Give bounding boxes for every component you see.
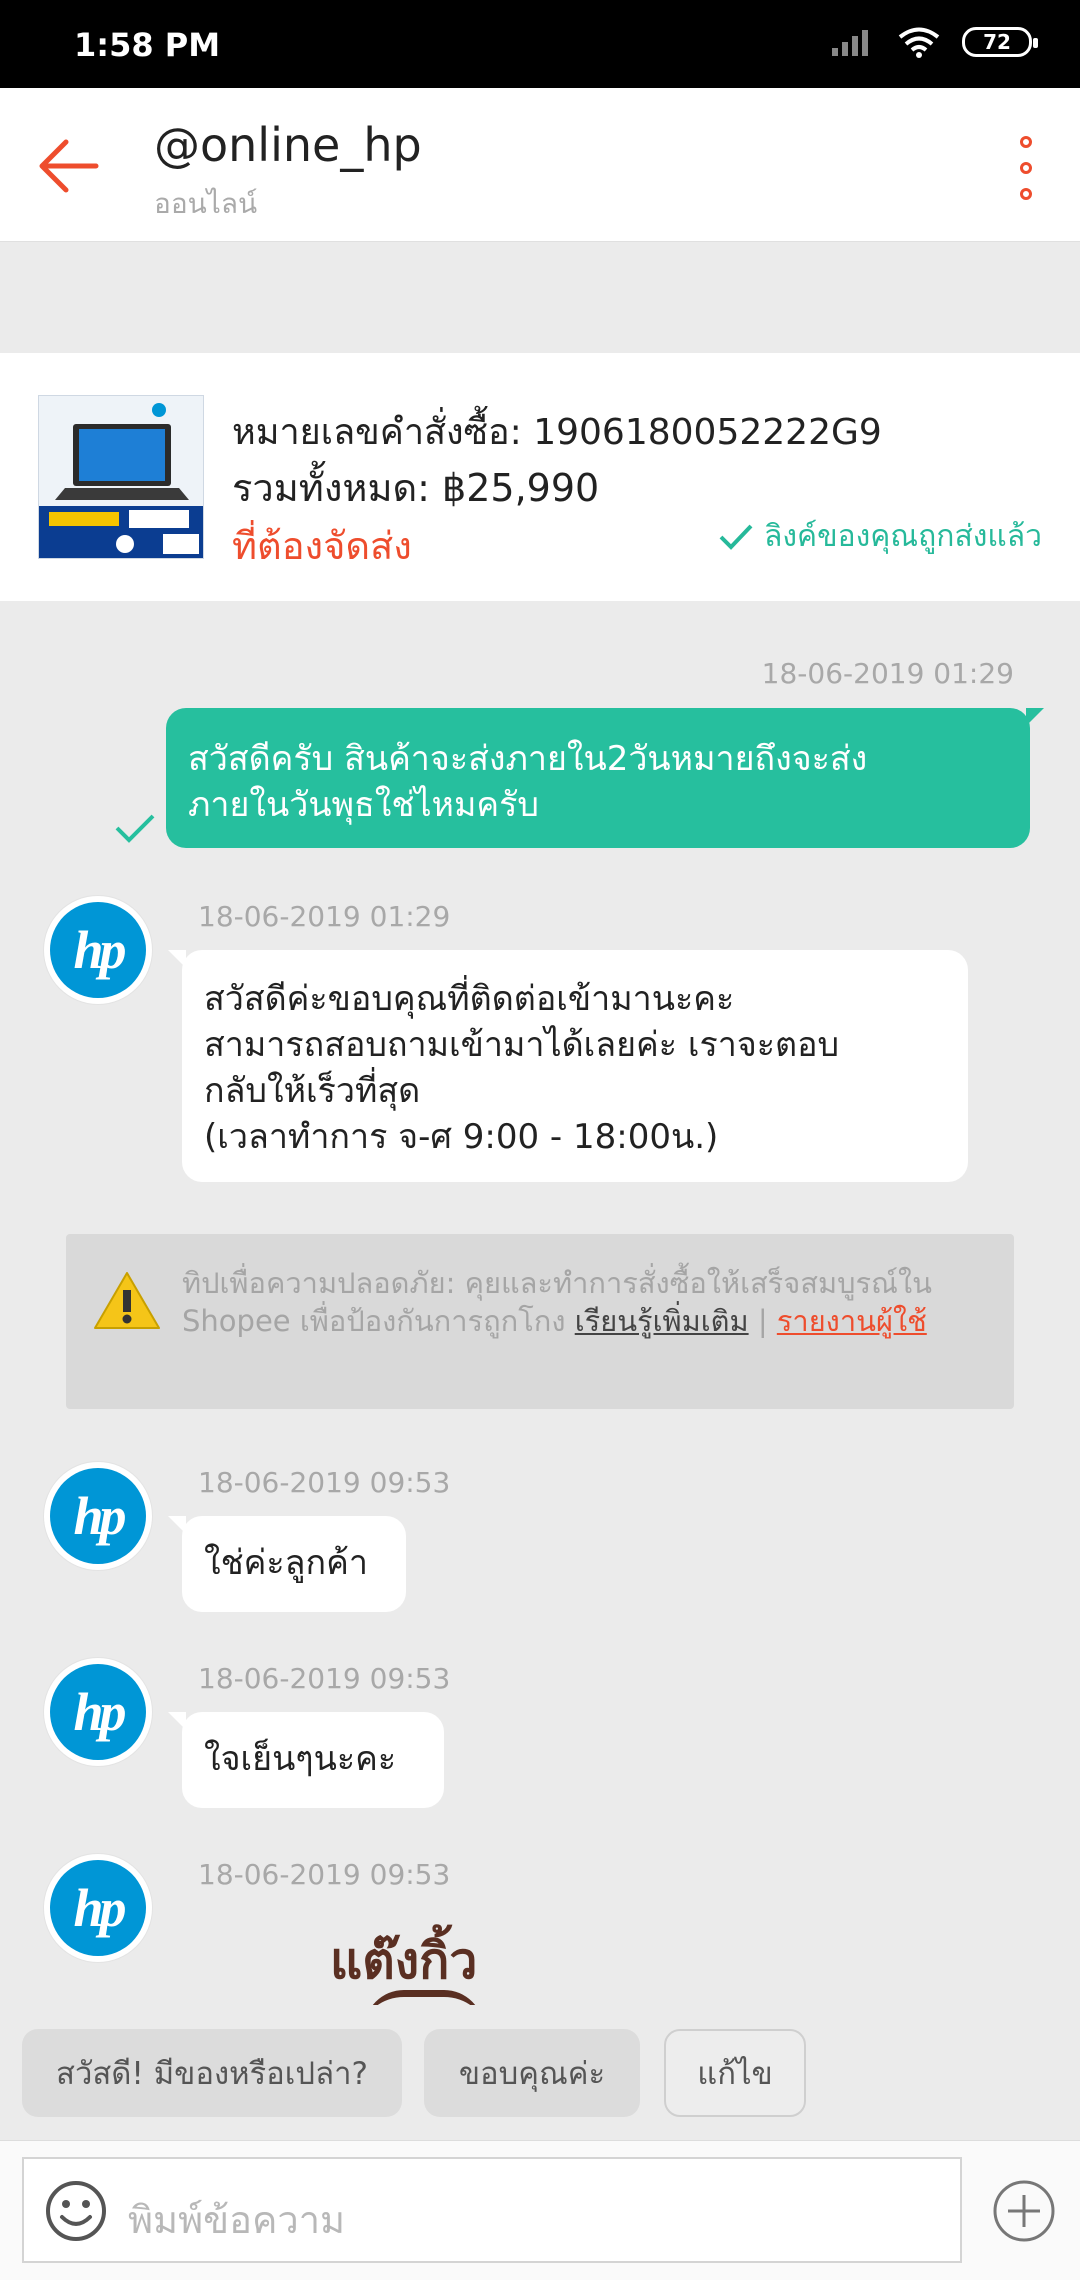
battery-icon: 72 [962,27,1038,57]
chat-header: @online_hp ออนไลน์ [0,88,1080,242]
message-text: ใจเย็นๆนะคะ [204,1739,397,1779]
message-input-bar: พิมพ์ข้อความ [0,2140,1080,2280]
message-timestamp: 18-06-2019 09:53 [198,1466,451,1499]
laptop-image-icon [39,396,203,558]
hp-logo-icon: hp [50,1860,146,1956]
quick-replies-bar: สวัสดี! มีของหรือเปล่า? ขอบคุณค่ะ แก้ไข [0,2005,1080,2135]
report-user-link[interactable]: รายงานผู้ใช้ [777,1304,927,1338]
safety-tip-banner: ทิปเพื่อความปลอดภัย: คุยและทำการสั่งซื้อ… [66,1234,1014,1409]
message-timestamp: 18-06-2019 01:29 [761,657,1014,690]
hp-logo-icon: hp [50,1664,146,1760]
message-input[interactable]: พิมพ์ข้อความ [22,2157,962,2263]
seller-avatar[interactable]: hp [44,896,152,1004]
hp-logo-icon: hp [50,902,146,998]
message-text-line: กลับให้เร็วที่สุด [204,1071,421,1111]
order-number: หมายเลขคำสั่งซื้อ: 1906180052222G9 [232,412,882,453]
order-total: รวมทั้งหมด: ฿25,990 [232,466,600,510]
product-thumbnail [38,395,204,559]
check-icon [719,524,753,550]
add-attachment-icon[interactable] [992,2179,1056,2243]
signal-icon [832,26,876,58]
online-status: ออนไลน์ [154,187,258,220]
status-bar: 1:58 PM 72 [0,0,1080,88]
order-card[interactable]: หมายเลขคำสั่งซื้อ: 1906180052222G9 รวมทั… [0,353,1080,601]
quick-reply-chip[interactable]: สวัสดี! มีของหรือเปล่า? [22,2029,402,2117]
link-sent-status: ลิงค์ของคุณถูกส่งแล้ว [718,513,1042,560]
safety-tip-text: ทิปเพื่อความปลอดภัย: คุยและทำการสั่งซื้อ… [182,1264,992,1340]
incoming-message-bubble[interactable]: ใช่ค่ะลูกค้า [168,1516,406,1612]
status-time: 1:58 PM [74,26,221,64]
chat-title: @online_hp [154,118,422,172]
emoji-icon[interactable] [44,2179,108,2243]
seller-avatar[interactable]: hp [44,1462,152,1570]
more-options-icon[interactable] [1006,136,1046,200]
learn-more-link[interactable]: เรียนรู้เพิ่มเติม [575,1304,749,1338]
sent-check-icon [115,814,155,843]
warning-icon [94,1272,160,1329]
back-arrow-icon[interactable] [36,136,100,196]
message-text-line: ภายในวันพุธใช่ไหมครับ [188,785,539,825]
message-timestamp: 18-06-2019 09:53 [198,1662,451,1695]
seller-avatar[interactable]: hp [44,1854,152,1962]
wifi-icon [898,27,940,58]
message-placeholder: พิมพ์ข้อความ [128,2198,346,2242]
message-text-line: สวัสดีค่ะขอบคุณที่ติดต่อเข้ามานะคะ [204,979,735,1019]
status-icons: 72 [832,26,1038,58]
message-text-line: (เวลาทำการ จ-ศ 9:00 - 18:00น.) [204,1117,719,1157]
edit-quick-replies-button[interactable]: แก้ไข [664,2029,806,2117]
seller-avatar[interactable]: hp [44,1658,152,1766]
link-sent-label: ลิงค์ของคุณถูกส่งแล้ว [763,519,1042,554]
order-status: ที่ต้องจัดส่ง [232,524,412,568]
outgoing-message-bubble[interactable]: สวัสดีครับ สินค้าจะส่งภายใน2วันหมายถึงจะ… [166,708,1044,848]
incoming-message-bubble[interactable]: ใจเย็นๆนะคะ [168,1712,444,1808]
battery-level: 72 [983,30,1011,54]
quick-reply-chip[interactable]: ขอบคุณค่ะ [424,2029,640,2117]
message-text: ใช่ค่ะลูกค้า [204,1543,368,1583]
message-text-line: สามารถสอบถามเข้ามาได้เลยค่ะ เราจะตอบ [204,1025,840,1065]
message-timestamp: 18-06-2019 09:53 [198,1858,451,1891]
link-separator: | [757,1304,768,1338]
message-text-line: สวัสดีครับ สินค้าจะส่งภายใน2วันหมายถึงจะ… [188,739,868,779]
message-timestamp: 18-06-2019 01:29 [198,900,451,933]
incoming-message-bubble[interactable]: สวัสดีค่ะขอบคุณที่ติดต่อเข้ามานะคะ สามาร… [168,950,968,1182]
hp-logo-icon: hp [50,1468,146,1564]
